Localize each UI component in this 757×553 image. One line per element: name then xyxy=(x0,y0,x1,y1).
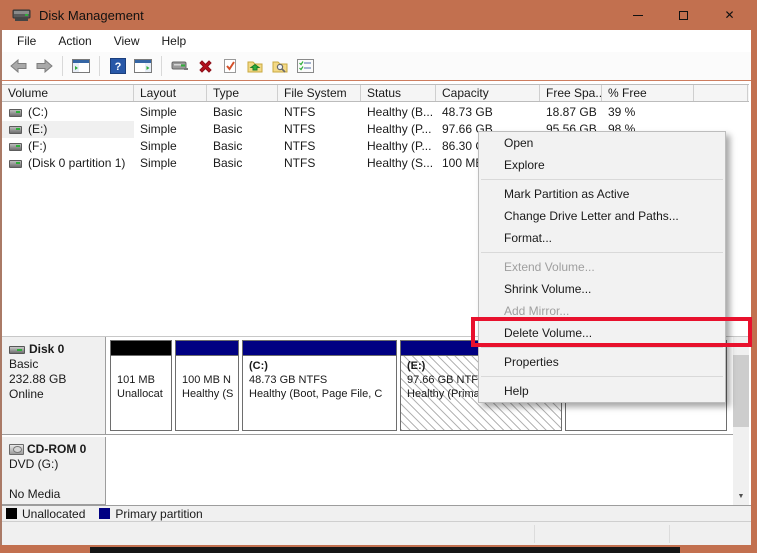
maximize-button[interactable] xyxy=(661,0,706,30)
header-volume[interactable]: Volume xyxy=(2,85,134,101)
check-document-icon[interactable] xyxy=(220,56,240,76)
menu-separator xyxy=(481,376,723,377)
menu-bar: File Action View Help xyxy=(2,30,751,52)
menu-item-change-drive-letter[interactable]: Change Drive Letter and Paths... xyxy=(479,205,725,227)
volume-icon xyxy=(9,126,22,134)
header-file-system[interactable]: File System xyxy=(278,85,361,101)
header-capacity[interactable]: Capacity xyxy=(436,85,540,101)
disk0-card[interactable]: Disk 0 Basic 232.88 GB Online xyxy=(2,337,106,435)
scrollbar-thumb[interactable] xyxy=(733,355,749,427)
menu-separator xyxy=(481,252,723,253)
volume-icon xyxy=(9,143,22,151)
cdrom-graph-area xyxy=(106,437,733,505)
folder-up-icon[interactable] xyxy=(245,56,265,76)
partition-c[interactable]: (C:) 48.73 GB NTFS Healthy (Boot, Page F… xyxy=(242,340,397,431)
header-status[interactable]: Status xyxy=(361,85,436,101)
back-arrow-icon[interactable] xyxy=(9,56,29,76)
cdrom-icon xyxy=(9,444,24,455)
disk0-size: 232.88 GB xyxy=(9,372,105,387)
folder-find-icon[interactable] xyxy=(270,56,290,76)
unallocated-swatch xyxy=(6,508,17,519)
context-menu: Open Explore Mark Partition as Active Ch… xyxy=(478,131,726,403)
delete-volume-highlight-box xyxy=(471,317,752,347)
menu-item-mark-partition-active[interactable]: Mark Partition as Active xyxy=(479,183,725,205)
scroll-down-icon[interactable]: ▼ xyxy=(733,488,749,505)
toolbar-separator xyxy=(99,56,100,76)
disk0-name: Disk 0 xyxy=(29,342,64,356)
volume-list-header: Volume Layout Type File System Status Ca… xyxy=(2,84,749,102)
menu-item-shrink-volume[interactable]: Shrink Volume... xyxy=(479,278,725,300)
disk0-status: Online xyxy=(9,387,105,402)
menu-item-format[interactable]: Format... xyxy=(479,227,725,249)
menu-item-explore[interactable]: Explore xyxy=(479,154,725,176)
menu-item-open[interactable]: Open xyxy=(479,132,725,154)
partition-band xyxy=(111,341,171,356)
toolbar-separator xyxy=(161,56,162,76)
volume-icon xyxy=(9,160,22,168)
statusbar-separator xyxy=(534,525,535,543)
header-type[interactable]: Type xyxy=(207,85,278,101)
forward-arrow-icon[interactable] xyxy=(34,56,54,76)
device-icon[interactable] xyxy=(170,56,190,76)
partition-band xyxy=(176,341,238,356)
disk-icon xyxy=(9,346,25,354)
header-free-space[interactable]: Free Spa... xyxy=(540,85,602,101)
status-bar xyxy=(2,521,751,545)
menu-separator xyxy=(481,179,723,180)
disk-management-window: Disk Management ✕ File Action View Help … xyxy=(0,0,757,553)
menu-separator xyxy=(481,347,723,348)
action-pane-icon[interactable] xyxy=(133,56,153,76)
volume-icon xyxy=(9,109,22,117)
close-button[interactable]: ✕ xyxy=(707,0,752,30)
header-pct-free[interactable]: % Free xyxy=(602,85,694,101)
partition-system-reserved[interactable]: 100 MB N Healthy (S xyxy=(175,340,239,431)
legend-bar: Unallocated Primary partition xyxy=(2,505,751,521)
toolbar: ? xyxy=(2,52,751,81)
menu-file[interactable]: File xyxy=(6,30,47,52)
cdrom-type: DVD (G:) xyxy=(9,457,105,472)
disk0-type: Basic xyxy=(9,357,105,372)
table-row-c[interactable]: (C:) Simple Basic NTFS Healthy (B... 48.… xyxy=(2,104,749,121)
header-blank[interactable] xyxy=(694,85,748,101)
menu-item-properties[interactable]: Properties xyxy=(479,351,725,373)
vertical-scrollbar[interactable]: ▲ ▼ xyxy=(733,337,749,505)
header-layout[interactable]: Layout xyxy=(134,85,207,101)
console-tree-icon[interactable] xyxy=(71,56,91,76)
menu-help[interactable]: Help xyxy=(151,30,198,52)
menu-item-help[interactable]: Help xyxy=(479,380,725,402)
partition-unallocated[interactable]: 101 MB Unallocat xyxy=(110,340,172,431)
app-disk-icon xyxy=(12,8,31,23)
minimize-button[interactable] xyxy=(615,0,660,30)
statusbar-separator xyxy=(669,525,670,543)
delete-x-icon[interactable] xyxy=(195,56,215,76)
menu-item-extend-volume: Extend Volume... xyxy=(479,256,725,278)
cdrom-status: No Media xyxy=(9,487,105,502)
task-list-icon[interactable] xyxy=(295,56,315,76)
partition-band xyxy=(243,341,396,356)
cdrom-card[interactable]: CD-ROM 0 DVD (G:) No Media xyxy=(2,437,106,505)
menu-action[interactable]: Action xyxy=(47,30,102,52)
title-bar: Disk Management ✕ xyxy=(0,0,757,30)
svg-text:?: ? xyxy=(115,61,122,73)
legend-unallocated: Unallocated xyxy=(22,507,85,521)
window-border-bottom xyxy=(0,545,757,553)
window-title: Disk Management xyxy=(39,8,144,23)
primary-partition-swatch xyxy=(99,508,110,519)
menu-view[interactable]: View xyxy=(103,30,151,52)
window-border-right xyxy=(751,0,757,553)
help-icon[interactable]: ? xyxy=(108,56,128,76)
window-border-left xyxy=(0,30,2,553)
legend-primary-partition: Primary partition xyxy=(115,507,202,521)
cdrom-name: CD-ROM 0 xyxy=(27,442,86,456)
toolbar-separator xyxy=(62,56,63,76)
